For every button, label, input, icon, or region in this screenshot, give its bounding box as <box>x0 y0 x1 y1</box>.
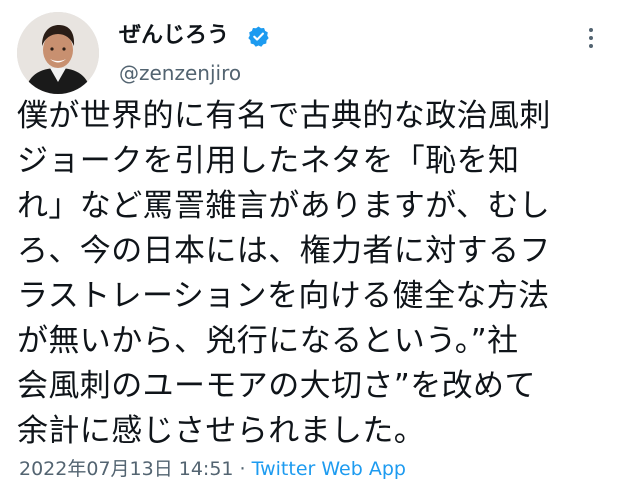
timestamp[interactable]: 2022年07月13日 14:51 <box>19 458 234 480</box>
more-options-icon[interactable] <box>586 26 596 50</box>
display-name[interactable]: ぜんじろう <box>119 22 229 50</box>
avatar-photo <box>17 12 99 94</box>
tweet-meta: 2022年07月13日 14:51 · Twitter Web App <box>19 456 406 482</box>
tweet-card: ぜんじろう @zenzenjiro 僕が世界的に有名で古典的な政治風刺 ジョーク… <box>0 0 620 498</box>
verified-badge-icon <box>248 26 269 47</box>
meta-separator: · <box>233 458 252 480</box>
avatar[interactable] <box>17 12 99 94</box>
tweet-text: 僕が世界的に有名で古典的な政治風刺 ジョークを引用したネタを「恥を知 れ」など罵… <box>17 98 551 449</box>
handle[interactable]: @zenzenjiro <box>119 60 241 86</box>
source-link[interactable]: Twitter Web App <box>252 458 406 480</box>
